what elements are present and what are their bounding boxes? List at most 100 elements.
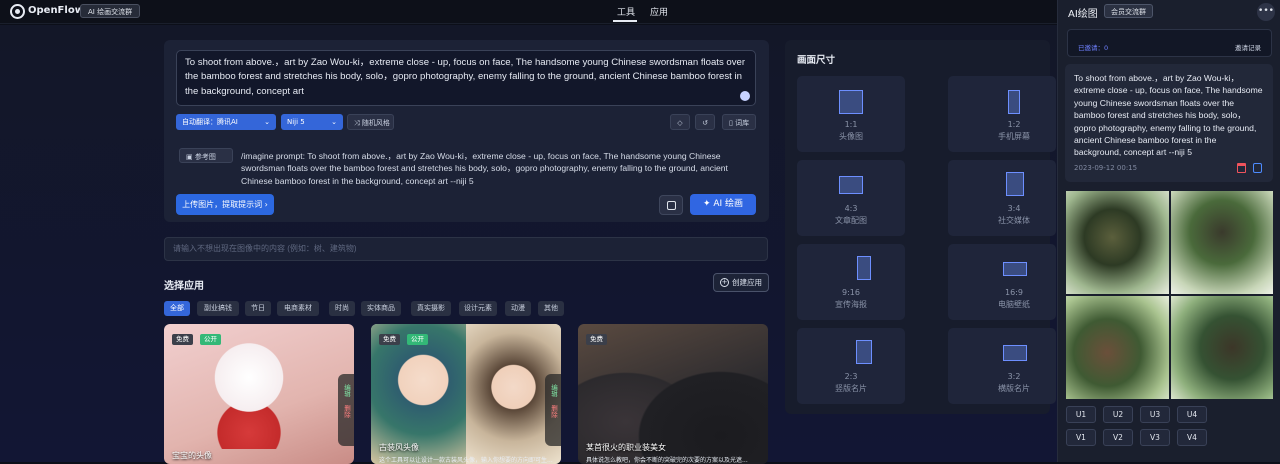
random-style-label: 随机风格 [361, 119, 390, 127]
variation-button[interactable]: V4 [1177, 429, 1207, 446]
category-chip[interactable]: 实体商品 [361, 301, 401, 316]
variation-button[interactable]: V3 [1140, 429, 1170, 446]
ratio-label: 电脑壁纸 [998, 300, 1030, 309]
trash-icon[interactable] [1237, 163, 1246, 173]
result-image-2[interactable] [1170, 191, 1273, 294]
free-badge: 免费 [586, 334, 607, 345]
shuffle-icon: ⤨ [354, 119, 360, 127]
ratio-value: 1:2 [1007, 120, 1021, 129]
size-option-9-16[interactable]: 9:16 宣传海报 [797, 244, 905, 320]
result-image-1[interactable] [1066, 191, 1169, 294]
free-badge: 免费 [172, 334, 193, 345]
size-option-1-2[interactable]: 1:2 手机屏幕 [948, 76, 1056, 152]
model-label: Niji 5 [287, 118, 305, 126]
delete-action[interactable]: 删除 [342, 405, 351, 418]
auto-translate-select[interactable]: 自动翻译：腾讯AI ⌄ [176, 114, 276, 130]
ratio-shape [1008, 90, 1020, 114]
size-option-3-2[interactable]: 3:2 横版名片 [948, 328, 1056, 404]
nav-tab-tools[interactable]: 工具 [617, 5, 635, 18]
size-option-1-1[interactable]: 1:1 头像图 [797, 76, 905, 152]
category-chip[interactable]: 真实摄影 [411, 301, 451, 316]
category-chip[interactable]: 设计元素 [459, 301, 497, 316]
prompt-textarea[interactable]: To shoot from above.，art by Zao Wou-ki，e… [176, 50, 756, 106]
panel-title: AI绘图 [1068, 9, 1098, 20]
size-option-2-3[interactable]: 2:3 竖版名片 [797, 328, 905, 404]
translate-label: 自动翻译：腾讯AI [182, 118, 238, 126]
size-option-16-9[interactable]: 16:9 电脑壁纸 [948, 244, 1056, 320]
brand-name[interactable]: OpenFlow [28, 5, 84, 16]
category-chip[interactable]: 时尚 [329, 301, 355, 316]
nav-tab-apps[interactable]: 应用 [650, 5, 668, 18]
random-style-button[interactable]: ⤨ 随机风格 [347, 114, 394, 130]
chevron-down-icon: ⌄ [331, 118, 337, 126]
history-prompt: To shoot from above.，art by Zao Wou-ki，e… [1074, 73, 1263, 158]
ratio-label: 头像图 [839, 132, 863, 141]
ratio-label: 手机屏幕 [998, 132, 1030, 141]
category-chip[interactable]: 电商素材 [277, 301, 319, 316]
model-select[interactable]: Niji 5 ⌄ [281, 114, 343, 130]
variation-button[interactable]: V2 [1103, 429, 1133, 446]
public-badge: 公开 [407, 334, 428, 345]
category-chip[interactable]: 节日 [245, 301, 271, 316]
upscale-button[interactable]: U3 [1140, 406, 1170, 423]
book-icon: ▯ [729, 119, 733, 127]
bunny-illustration [204, 339, 294, 449]
select-app-title: 选择应用 [164, 281, 204, 292]
variation-button[interactable]: V1 [1066, 429, 1096, 446]
upscale-button[interactable]: U2 [1103, 406, 1133, 423]
reference-image-button[interactable]: ▣ 参考图 [179, 148, 233, 163]
app-card[interactable]: 免费 公开 编辑 删除 宝宝的头像 [164, 324, 354, 464]
lexicon-button[interactable]: ▯ 词库 [722, 114, 756, 130]
category-chip[interactable]: 副业搞钱 [197, 301, 239, 316]
delete-action[interactable]: 删除 [549, 405, 558, 418]
create-app-button[interactable]: + 创建应用 [713, 273, 769, 292]
ratio-label: 竖版名片 [835, 384, 867, 393]
upload-extract-button[interactable]: 上传图片，提取提示词 › [176, 194, 274, 215]
app-card-title: 宝宝的头像 [172, 451, 212, 460]
assistant-mascot-icon[interactable] [740, 91, 750, 101]
more-options-icon[interactable]: ••• [1257, 3, 1275, 21]
history-timestamp: 2023-09-12 00:15 [1074, 164, 1138, 172]
imagine-prompt-preview: /imagine prompt: To shoot from above.，ar… [241, 151, 728, 186]
plus-circle-icon: + [720, 278, 729, 287]
lexicon-label: 词库 [735, 119, 750, 127]
app-card-title: 某首很火的职业装美女 [586, 443, 666, 452]
invite-records-link[interactable]: 邀请记录 [1235, 42, 1261, 52]
size-option-3-4[interactable]: 3:4 社交媒体 [948, 160, 1056, 236]
copy-prompt-button[interactable] [659, 195, 683, 215]
upscale-button[interactable]: U4 [1177, 406, 1207, 423]
free-badge: 免费 [379, 334, 400, 345]
ratio-value: 3:4 [1007, 204, 1021, 213]
copy-icon[interactable] [1253, 163, 1262, 173]
ratio-label: 宣传海报 [835, 300, 867, 309]
copy-icon [667, 201, 676, 210]
history-button[interactable]: ↺ [695, 114, 715, 130]
community-group-tag[interactable]: AI 绘画交流群 [80, 4, 141, 18]
ratio-shape [1003, 262, 1027, 276]
eraser-icon: ◇ [677, 119, 683, 127]
ratio-value: 4:3 [844, 204, 858, 213]
app-card[interactable]: 免费 某首很火的职业装美女 具体说怎么教吧，你会不断的突破完的次要的方案以及光遮… [578, 324, 768, 464]
size-option-4-3[interactable]: 4:3 文章配图 [797, 160, 905, 236]
app-card[interactable]: 免费 公开 编辑 删除 古装风头像 这个工具可以让设计一款古装风头像，输入你想要… [371, 324, 561, 464]
app-card-title: 古装风头像 [379, 443, 419, 452]
openflow-logo-icon[interactable] [10, 4, 25, 19]
result-image-3[interactable] [1066, 296, 1169, 399]
upscale-button[interactable]: U1 [1066, 406, 1096, 423]
edit-action[interactable]: 编辑 [342, 384, 351, 397]
top-bar [0, 0, 1057, 24]
category-chip[interactable]: 动漫 [505, 301, 531, 316]
ai-draw-button[interactable]: ✦ AI 绘画 [690, 194, 756, 215]
edit-action[interactable]: 编辑 [549, 384, 558, 397]
ratio-shape [1003, 345, 1027, 361]
category-chip[interactable]: 其他 [538, 301, 564, 316]
member-group-tag[interactable]: 会员交流群 [1104, 4, 1153, 18]
erase-button[interactable]: ◇ [670, 114, 690, 130]
negative-prompt-input[interactable]: 请输入不想出现在图像中的内容 (例如：树、建筑物) [164, 237, 768, 261]
ratio-shape [839, 176, 863, 194]
result-image-4[interactable] [1170, 296, 1273, 399]
category-chip-all[interactable]: 全部 [164, 301, 190, 316]
public-badge: 公开 [200, 334, 221, 345]
chevron-right-icon: › [264, 200, 268, 209]
ratio-value: 1:1 [844, 120, 858, 129]
